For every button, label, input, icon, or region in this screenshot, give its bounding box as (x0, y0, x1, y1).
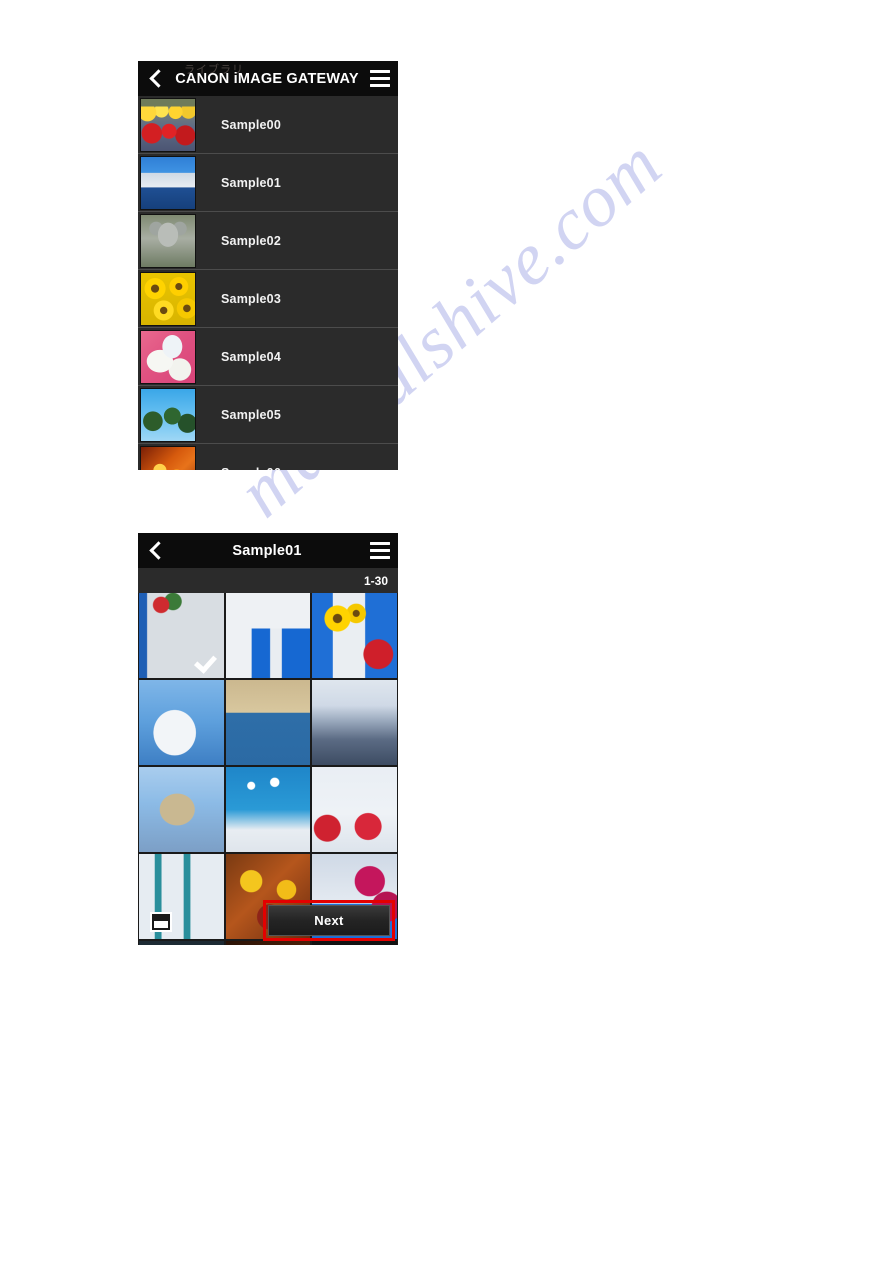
list-item[interactable]: Sample00 (138, 96, 398, 154)
photo-thumbnail[interactable] (139, 680, 224, 765)
album-thumbnail (140, 155, 196, 210)
album-label: Sample02 (221, 233, 281, 248)
album-label: Sample01 (221, 175, 281, 190)
photo-count-range: 1-30 (363, 573, 388, 588)
list-item[interactable]: Sample04 (138, 328, 398, 386)
photo-thumbnail[interactable] (139, 767, 224, 852)
list-item[interactable]: Sample06 (138, 444, 398, 470)
select-all-icon[interactable] (150, 911, 172, 932)
next-button-highlight: Next (263, 900, 395, 941)
album-thumbnail (140, 271, 196, 326)
album-thumbnail (140, 446, 196, 470)
photo-thumbnail[interactable] (139, 593, 224, 678)
album-label: Sample03 (221, 291, 281, 306)
album-label: Sample05 (221, 407, 281, 422)
hamburger-menu-icon[interactable] (370, 70, 390, 87)
list-item[interactable]: Sample03 (138, 270, 398, 328)
canon-image-gateway-library-screen: ライブラリ CANON iMAGE GATEWAY Sample00 Sampl… (138, 61, 398, 470)
list-item[interactable]: Sample01 (138, 154, 398, 212)
next-button[interactable]: Next (268, 905, 390, 936)
photo-thumbnail[interactable] (225, 680, 311, 765)
library-titlebar: ライブラリ CANON iMAGE GATEWAY (138, 61, 398, 96)
photo-thumbnail[interactable] (312, 767, 397, 852)
page-title: Sample01 (232, 542, 302, 559)
album-photo-grid-screen: Sample01 1-30 Next (138, 533, 398, 945)
hamburger-menu-icon[interactable] (370, 542, 390, 559)
grid-titlebar: Sample01 (138, 533, 398, 568)
album-thumbnail (140, 329, 196, 384)
photo-grid (138, 593, 398, 945)
photo-thumbnail[interactable] (312, 593, 397, 678)
back-chevron-icon[interactable] (146, 540, 164, 562)
back-chevron-icon[interactable] (146, 68, 164, 90)
album-list: Sample00 Sample01 Sample02 Sample03 Samp… (138, 96, 398, 470)
list-item[interactable]: Sample02 (138, 212, 398, 270)
photo-thumbnail[interactable] (312, 680, 397, 765)
photo-thumbnail[interactable] (225, 767, 311, 852)
album-label: Sample06 (221, 466, 281, 470)
page-title: CANON iMAGE GATEWAY (175, 70, 359, 87)
album-label: Sample00 (221, 117, 281, 132)
album-thumbnail (140, 387, 196, 442)
photo-count-bar: 1-30 (138, 568, 398, 593)
photo-thumbnail[interactable] (225, 593, 311, 678)
album-thumbnail (140, 97, 196, 152)
album-thumbnail (140, 213, 196, 268)
album-label: Sample04 (221, 349, 281, 364)
checkmark-icon (197, 651, 217, 671)
list-item[interactable]: Sample05 (138, 386, 398, 444)
grid-action-bar: Next (138, 898, 398, 945)
